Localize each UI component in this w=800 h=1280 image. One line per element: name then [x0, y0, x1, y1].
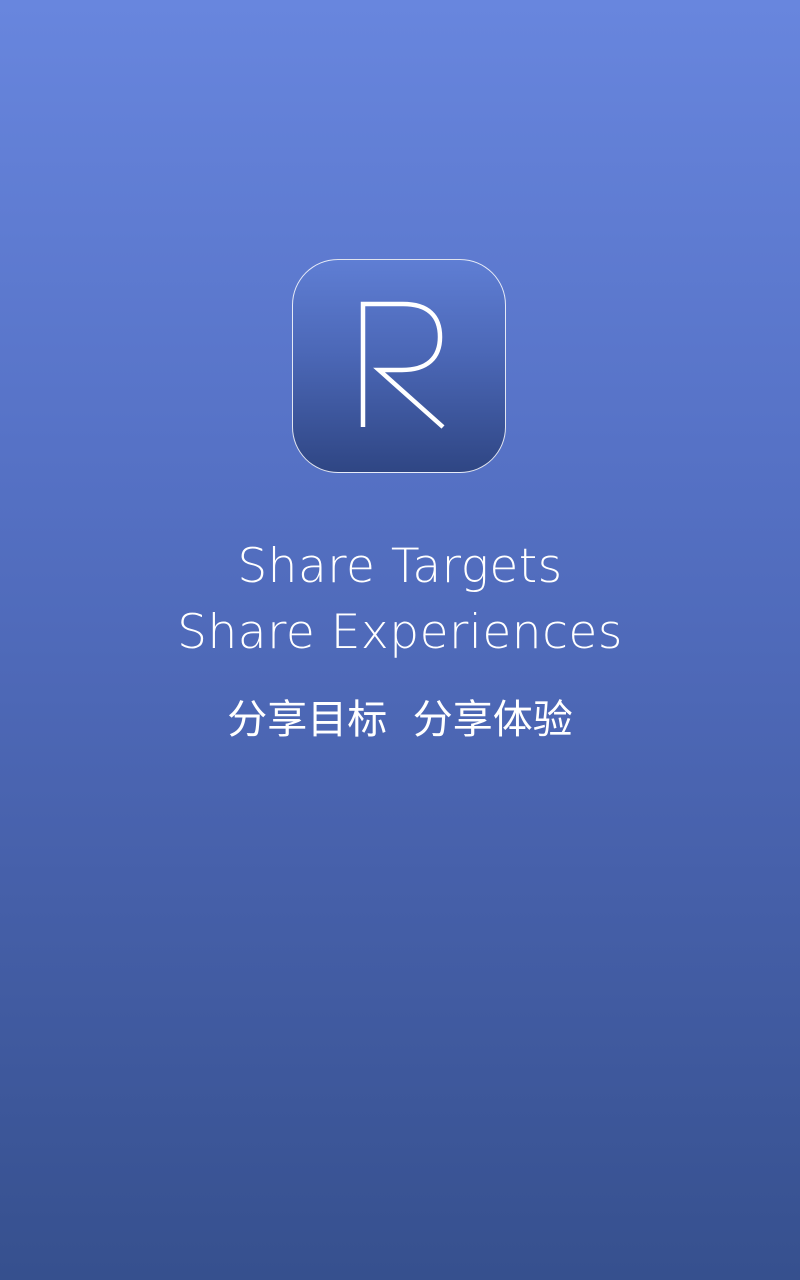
tagline-chinese: 分享目标 分享体验	[227, 697, 573, 743]
tagline-line-2: Share Experiences	[177, 605, 623, 660]
splash-screen: Share Targets Share Experiences 分享目标 分享体…	[0, 0, 800, 1280]
app-logo-icon	[292, 259, 506, 473]
tagline-line-1: Share Targets	[237, 539, 563, 594]
r-letter-logo-icon	[360, 301, 445, 429]
